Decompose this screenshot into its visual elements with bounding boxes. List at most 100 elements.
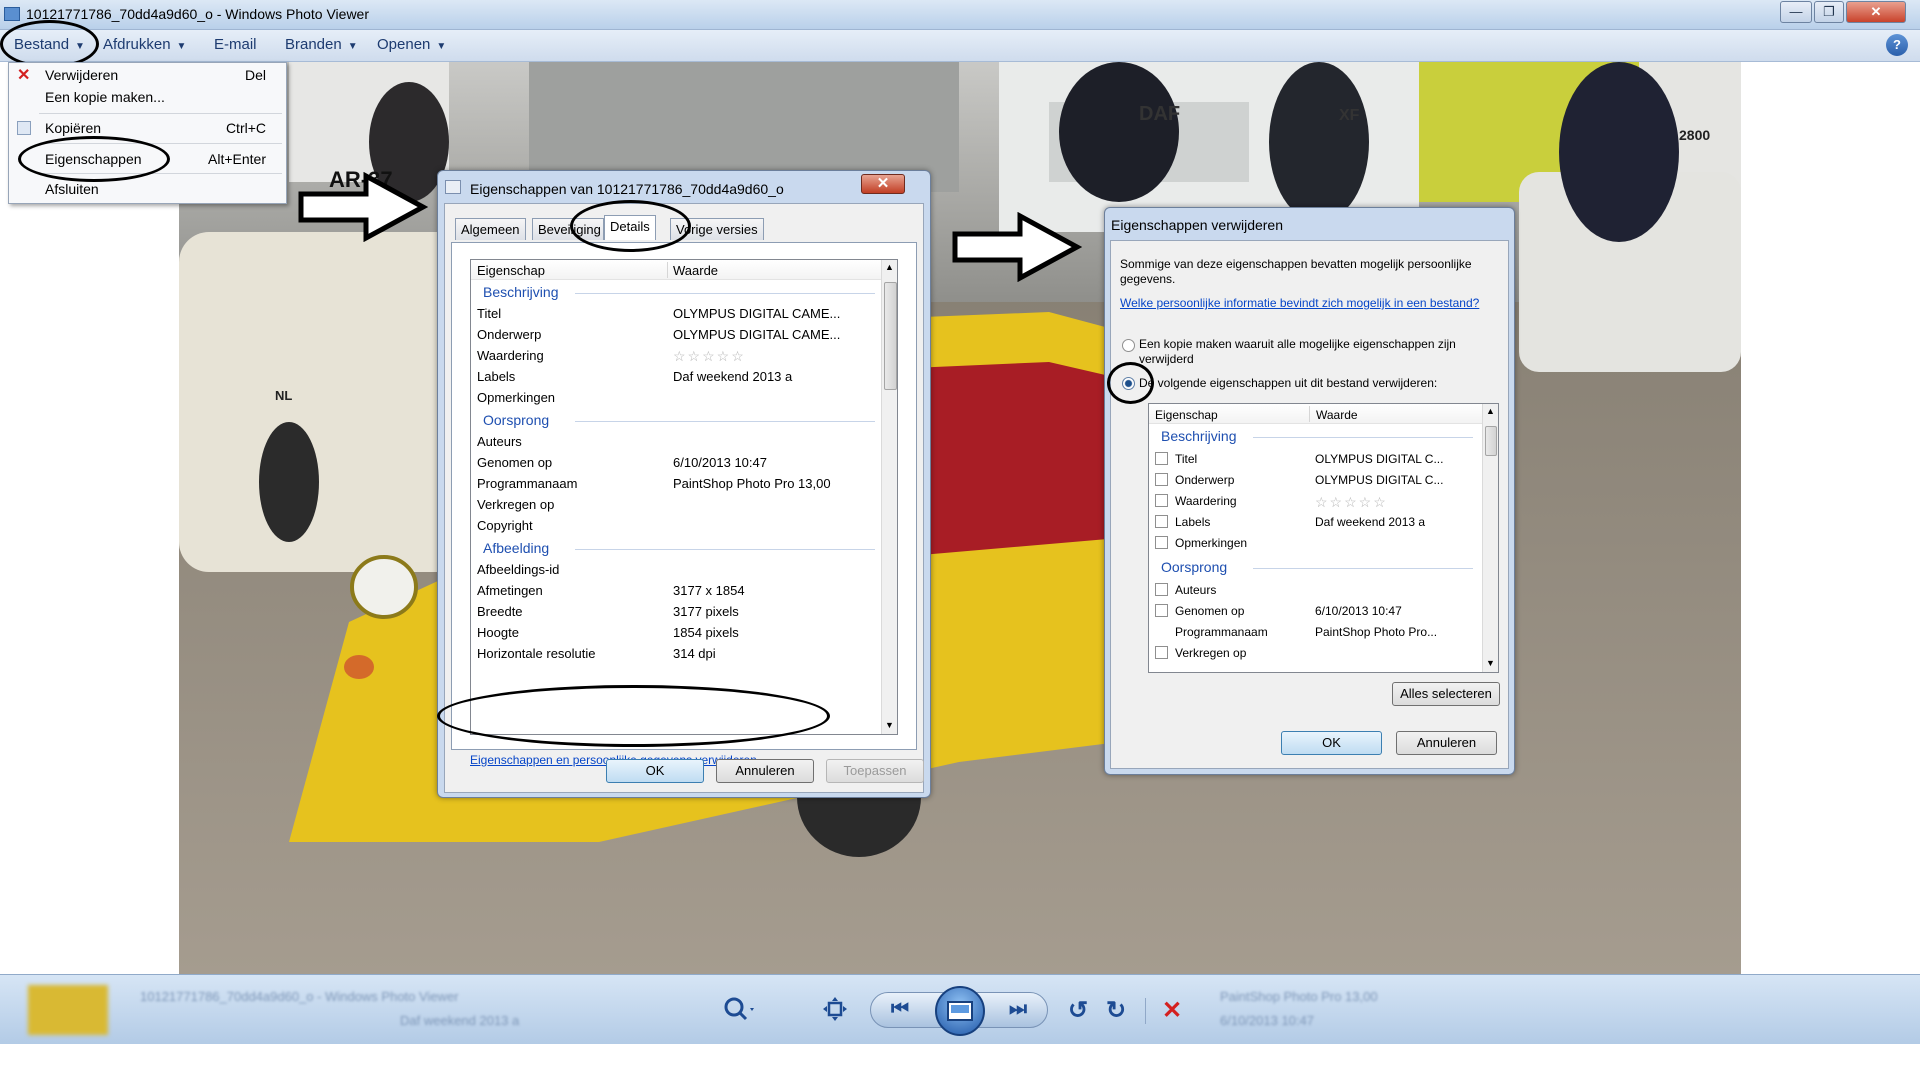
blurred-date: 6/10/2013 10:47 <box>1220 1013 1314 1028</box>
property-row[interactable]: Horizontale resolutie 314 dpi <box>471 644 881 665</box>
menu-email[interactable]: E-mail <box>214 36 257 53</box>
property-row[interactable]: Opmerkingen <box>1149 534 1482 555</box>
property-row[interactable]: Auteurs <box>1149 581 1482 602</box>
property-row[interactable]: Verkregen op <box>1149 644 1482 665</box>
scroll-up-icon[interactable]: ▲ <box>885 262 894 272</box>
property-checkbox[interactable] <box>1155 583 1168 596</box>
column-header-value[interactable]: Waarde <box>673 263 718 278</box>
scroll-thumb[interactable] <box>884 282 897 390</box>
rating-stars[interactable]: ☆☆☆☆☆ <box>1315 494 1388 511</box>
annotation-circle-radio <box>1107 362 1154 404</box>
tab-algemeen[interactable]: Algemeen <box>455 218 526 240</box>
slideshow-button[interactable] <box>935 986 985 1036</box>
radio-make-copy[interactable] <box>1122 339 1135 352</box>
property-name: Labels <box>477 369 516 384</box>
remove-properties-list[interactable]: Eigenschap Waarde Beschrijving Titel OLYMP… <box>1148 403 1499 673</box>
minimize-button[interactable]: — <box>1780 1 1812 23</box>
section-header: Oorsprong <box>1161 559 1228 575</box>
menu-item-label: Afsluiten <box>45 181 99 197</box>
property-row[interactable]: Afbeeldings-id <box>471 560 881 581</box>
property-row[interactable]: Afmetingen 3177 x 1854 <box>471 581 881 602</box>
property-row[interactable]: Verkregen op <box>471 495 881 516</box>
column-header-property[interactable]: Eigenschap <box>1155 408 1218 422</box>
thumbnail-preview <box>28 985 108 1035</box>
property-value: OLYMPUS DIGITAL C... <box>1315 473 1444 487</box>
scroll-up-icon[interactable]: ▲ <box>1486 406 1495 416</box>
property-row[interactable]: Onderwerp OLYMPUS DIGITAL C... <box>1149 471 1482 492</box>
menu-afdrukken[interactable]: Afdrukken ▼ <box>103 36 186 53</box>
menu-item-afsluiten[interactable]: Afsluiten <box>9 179 286 199</box>
previous-icon[interactable]: ⏮ <box>885 998 915 1021</box>
property-checkbox[interactable] <box>1155 604 1168 617</box>
close-window-button[interactable]: ✕ <box>1846 1 1906 23</box>
property-checkbox[interactable] <box>1155 473 1168 486</box>
ok-button[interactable]: OK <box>606 759 704 783</box>
scroll-down-icon[interactable]: ▼ <box>1486 658 1495 668</box>
apply-button[interactable]: Toepassen <box>826 759 924 783</box>
section-divider <box>575 421 875 422</box>
property-row[interactable]: Breedte 3177 pixels <box>471 602 881 623</box>
section-divider <box>1253 568 1473 569</box>
close-dialog-button[interactable]: ✕ <box>861 174 905 194</box>
column-header-value[interactable]: Waarde <box>1316 408 1358 422</box>
scroll-thumb[interactable] <box>1485 426 1497 456</box>
menu-item-shortcut: Alt+Enter <box>208 151 266 167</box>
menu-item-label: Verwijderen <box>45 67 119 83</box>
property-checkbox[interactable] <box>1155 646 1168 659</box>
zoom-icon[interactable] <box>720 994 760 1024</box>
property-checkbox[interactable] <box>1155 452 1168 465</box>
property-row[interactable]: Onderwerp OLYMPUS DIGITAL CAME... <box>471 325 881 346</box>
rating-stars[interactable]: ☆☆☆☆☆ <box>673 348 746 365</box>
property-checkbox[interactable] <box>1155 494 1168 507</box>
property-name: Opmerkingen <box>1175 536 1248 550</box>
property-row[interactable]: Waardering ☆☆☆☆☆ <box>1149 492 1482 513</box>
list-header: Eigenschap Waarde <box>1149 404 1482 424</box>
rotate-clockwise-icon[interactable]: ↻ <box>1102 996 1130 1025</box>
property-row[interactable]: Programmanaam PaintShop Photo Pro 13,00 <box>471 474 881 495</box>
fit-to-window-icon[interactable] <box>822 996 848 1022</box>
remove-properties-dialog: Eigenschappen verwijderen Sommige van de… <box>1104 207 1515 775</box>
menu-openen[interactable]: Openen ▼ <box>377 36 446 53</box>
property-value: 3177 x 1854 <box>673 583 745 598</box>
property-row[interactable]: Genomen op 6/10/2013 10:47 <box>471 453 881 474</box>
help-icon[interactable]: ? <box>1886 34 1908 56</box>
property-name: Hoogte <box>477 625 519 640</box>
property-row[interactable]: Titel OLYMPUS DIGITAL CAME... <box>471 304 881 325</box>
menu-branden[interactable]: Branden ▼ <box>285 36 358 53</box>
menu-item-kopie-maken[interactable]: Een kopie maken... <box>9 87 286 107</box>
property-row[interactable]: Labels Daf weekend 2013 a <box>471 367 881 388</box>
select-all-button[interactable]: Alles selecteren <box>1392 682 1500 706</box>
property-name: Titel <box>1175 452 1198 466</box>
property-name: Onderwerp <box>1175 473 1235 487</box>
property-checkbox[interactable] <box>1155 515 1168 528</box>
property-row[interactable]: Copyright <box>471 516 881 537</box>
property-row[interactable]: Programmanaam PaintShop Photo Pro... <box>1149 623 1482 644</box>
annotation-circle-details-tab <box>570 200 691 252</box>
property-row[interactable]: Auteurs <box>471 432 881 453</box>
property-value: 314 dpi <box>673 646 716 661</box>
property-row[interactable]: Waardering ☆☆☆☆☆ <box>471 346 881 367</box>
next-icon[interactable]: ⏭ <box>1003 998 1033 1021</box>
menu-item-kopieren[interactable]: Kopiëren Ctrl+C <box>9 118 286 138</box>
property-row[interactable]: Opmerkingen <box>471 388 881 409</box>
cancel-button[interactable]: Annuleren <box>1396 731 1497 755</box>
maximize-button[interactable]: ❐ <box>1814 1 1844 23</box>
property-row[interactable]: Titel OLYMPUS DIGITAL C... <box>1149 450 1482 471</box>
property-name: Waardering <box>1175 494 1237 508</box>
personal-info-help-link[interactable]: Welke persoonlijke informatie bevindt zi… <box>1120 296 1480 311</box>
property-checkbox[interactable] <box>1155 536 1168 549</box>
property-row[interactable]: Labels Daf weekend 2013 a <box>1149 513 1482 534</box>
ok-button[interactable]: OK <box>1281 731 1382 755</box>
property-row[interactable]: Genomen op 6/10/2013 10:47 <box>1149 602 1482 623</box>
scroll-down-icon[interactable]: ▼ <box>885 720 894 730</box>
delete-photo-icon[interactable]: ✕ <box>1158 996 1186 1025</box>
menu-item-verwijderen[interactable]: Verwijderen Del <box>9 65 286 85</box>
column-header-property[interactable]: Eigenschap <box>477 263 545 278</box>
cancel-button[interactable]: Annuleren <box>716 759 814 783</box>
remove-scrollbar[interactable]: ▲ ▼ <box>1482 404 1498 672</box>
details-scrollbar[interactable]: ▲ ▼ <box>881 260 897 734</box>
annotation-circle-bestand <box>0 20 99 68</box>
rotate-counterclockwise-icon[interactable]: ↺ <box>1064 996 1092 1025</box>
property-row[interactable]: Hoogte 1854 pixels <box>471 623 881 644</box>
details-list[interactable]: Eigenschap Waarde Beschrijving Titel OLYMP… <box>470 259 898 735</box>
